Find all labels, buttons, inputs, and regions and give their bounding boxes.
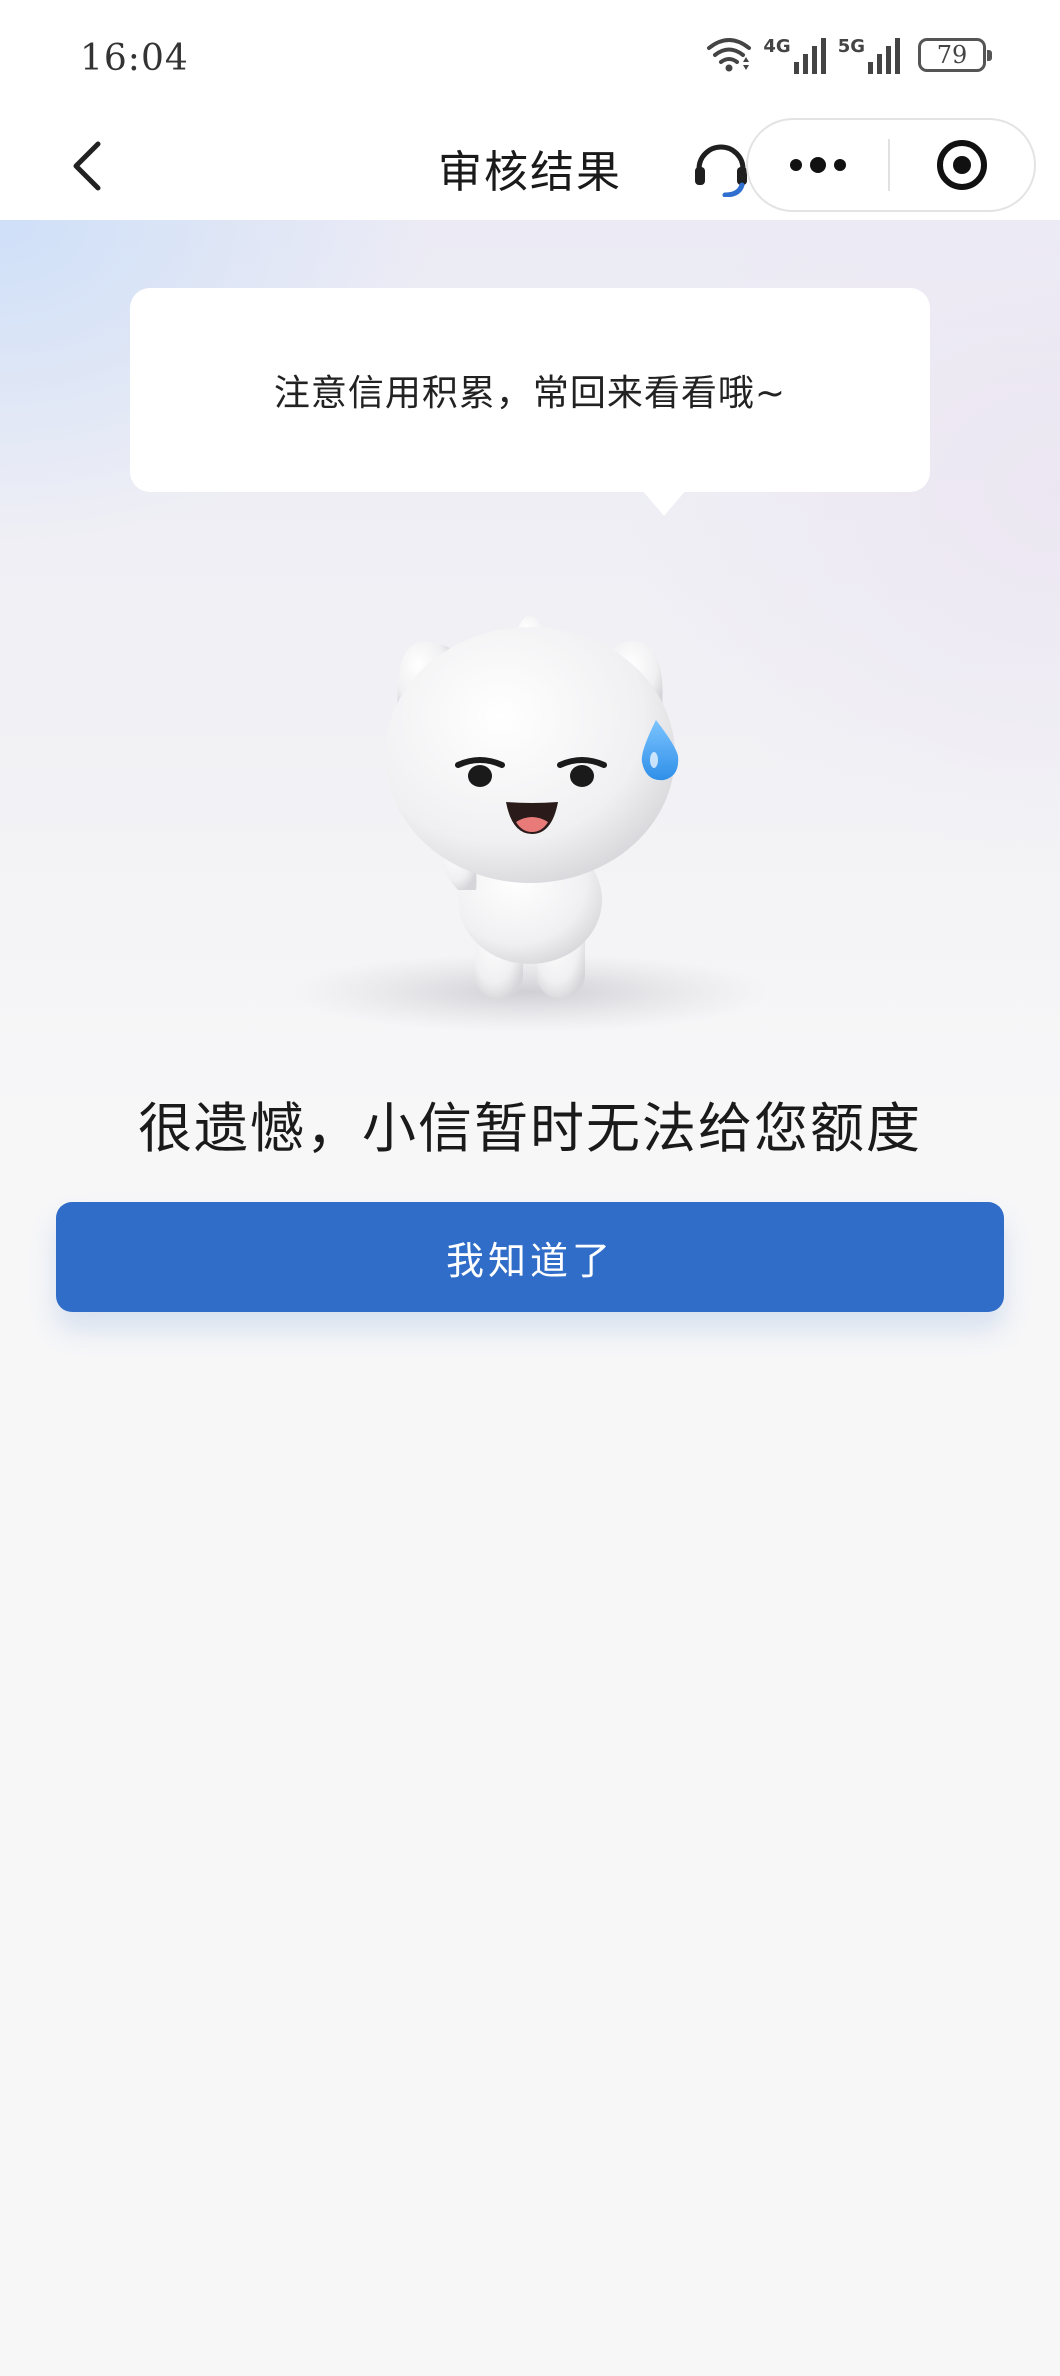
headset-icon bbox=[695, 144, 747, 197]
network-5g: 5G bbox=[838, 36, 902, 74]
status-bar: 16:04 4G 5G 79 bbox=[0, 0, 1060, 118]
status-time: 16:04 bbox=[80, 38, 189, 79]
more-button[interactable] bbox=[748, 120, 888, 210]
speech-bubble: 注意信用积累，常回来看看哦~ bbox=[130, 288, 930, 516]
signal-bars-icon bbox=[868, 38, 900, 74]
network-4g: 4G bbox=[763, 36, 827, 74]
network-5g-label: 5G bbox=[837, 36, 865, 57]
signal-bars-icon bbox=[793, 38, 826, 74]
close-mini-program-button[interactable] bbox=[890, 120, 1034, 210]
mini-program-capsule bbox=[746, 118, 1036, 212]
network-4g-label: 4G bbox=[763, 36, 791, 57]
wifi-icon bbox=[705, 34, 753, 76]
status-icons: 4G 5G 79 bbox=[705, 34, 992, 76]
more-dots-icon bbox=[790, 157, 846, 173]
confirm-button-label: 我知道了 bbox=[445, 1238, 614, 1283]
nav-bar: 审核结果 bbox=[0, 118, 1060, 220]
target-circle-icon bbox=[937, 140, 987, 190]
result-message: 很遗憾，小信暂时无法给您额度 bbox=[138, 1097, 922, 1160]
confirm-button[interactable]: 我知道了 bbox=[56, 1202, 1004, 1312]
hero-section: 注意信用积累，常回来看看哦~ 很遗憾，小信暂时无法给您额度 bbox=[0, 220, 1060, 1160]
battery-level: 79 bbox=[936, 41, 968, 69]
speech-bubble-text: 注意信用积累，常回来看看哦~ bbox=[273, 373, 787, 414]
battery-icon: 79 bbox=[918, 38, 992, 72]
mascot-illustration bbox=[290, 615, 770, 1032]
